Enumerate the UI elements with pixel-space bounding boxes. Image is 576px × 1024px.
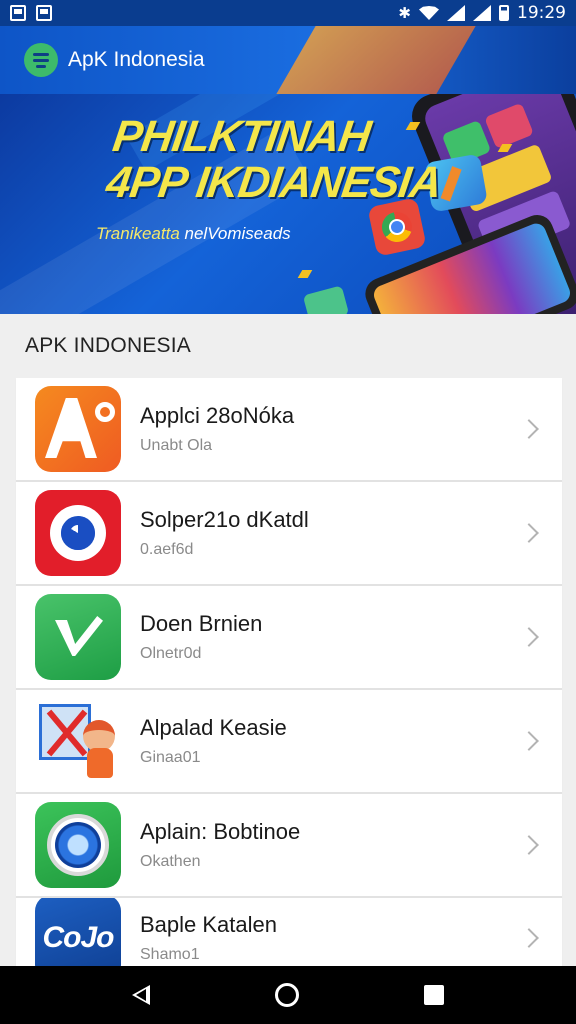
app-subtitle: Ginaa01: [140, 749, 201, 766]
battery-icon: [499, 5, 509, 21]
chevron-right-icon: [519, 731, 539, 751]
app-subtitle: 0.aef6d: [140, 541, 194, 558]
app-logo-icon[interactable]: [24, 43, 58, 77]
app-name: Solper21o dKatdl: [140, 507, 309, 532]
list-item[interactable]: Solper21o dKatdl 0.aef6d: [16, 482, 562, 586]
signal-icon: [447, 5, 465, 21]
app-name: Alpalad Keasie: [140, 715, 287, 740]
app-subtitle: Okathen: [140, 853, 201, 870]
status-time: 19:29: [517, 3, 566, 23]
promo-banner[interactable]: PHILKTINAH 4PP IKDIANESIA Tranikeatta ne…: [0, 94, 576, 314]
app-list: Applci 28oNóka Unabt Ola Solper21o dKatd…: [16, 378, 562, 980]
recent-apps-icon[interactable]: [423, 985, 444, 1005]
banner-title: PHILKTINAH 4PP IKDIANESIA: [103, 112, 445, 207]
checkmark-icon: [35, 594, 121, 680]
home-icon[interactable]: [274, 983, 299, 1007]
wifi-icon: [419, 6, 439, 20]
app-name: Aplain: Bobtinoe: [140, 819, 301, 844]
chevron-right-icon: [519, 835, 539, 855]
back-icon[interactable]: [132, 985, 151, 1005]
chevron-right-icon: [519, 419, 539, 439]
kid-cross-icon: [35, 698, 121, 784]
app-title: ApK Indonesia: [68, 48, 205, 71]
chevron-right-icon: [519, 928, 539, 948]
notification-icon: [36, 5, 52, 21]
notification-icon: [10, 5, 26, 21]
system-nav-bar: [0, 966, 576, 1024]
app-name: Baple Katalen: [140, 912, 277, 937]
letter-a-icon: [35, 386, 121, 472]
app-name: Applci 28oNóka: [140, 403, 295, 428]
section-title: APK INDONESIA: [25, 334, 191, 357]
bluetooth-icon: ✱: [398, 4, 411, 22]
app-name: Doen Brnien: [140, 611, 263, 636]
list-item[interactable]: Aplain: Bobtinoe Okathen: [16, 794, 562, 898]
chevron-right-icon: [519, 627, 539, 647]
banner-subtitle: Tranikeatta nelVomiseads: [96, 224, 291, 243]
list-item[interactable]: Alpalad Keasie Ginaa01: [16, 690, 562, 794]
chevron-right-icon: [519, 523, 539, 543]
lens-icon: [35, 802, 121, 888]
app-subtitle: Shamo1: [140, 946, 200, 963]
app-subtitle: Unabt Ola: [140, 437, 213, 454]
app-bar: ApK Indonesia: [0, 26, 576, 94]
list-item[interactable]: Doen Brnien Olnetr0d: [16, 586, 562, 690]
c-logo-icon: [35, 490, 121, 576]
list-item[interactable]: Applci 28oNóka Unabt Ola: [16, 378, 562, 482]
app-subtitle: Olnetr0d: [140, 645, 202, 662]
status-bar: ✱ 19:29: [0, 0, 576, 26]
signal-icon: [473, 5, 491, 21]
